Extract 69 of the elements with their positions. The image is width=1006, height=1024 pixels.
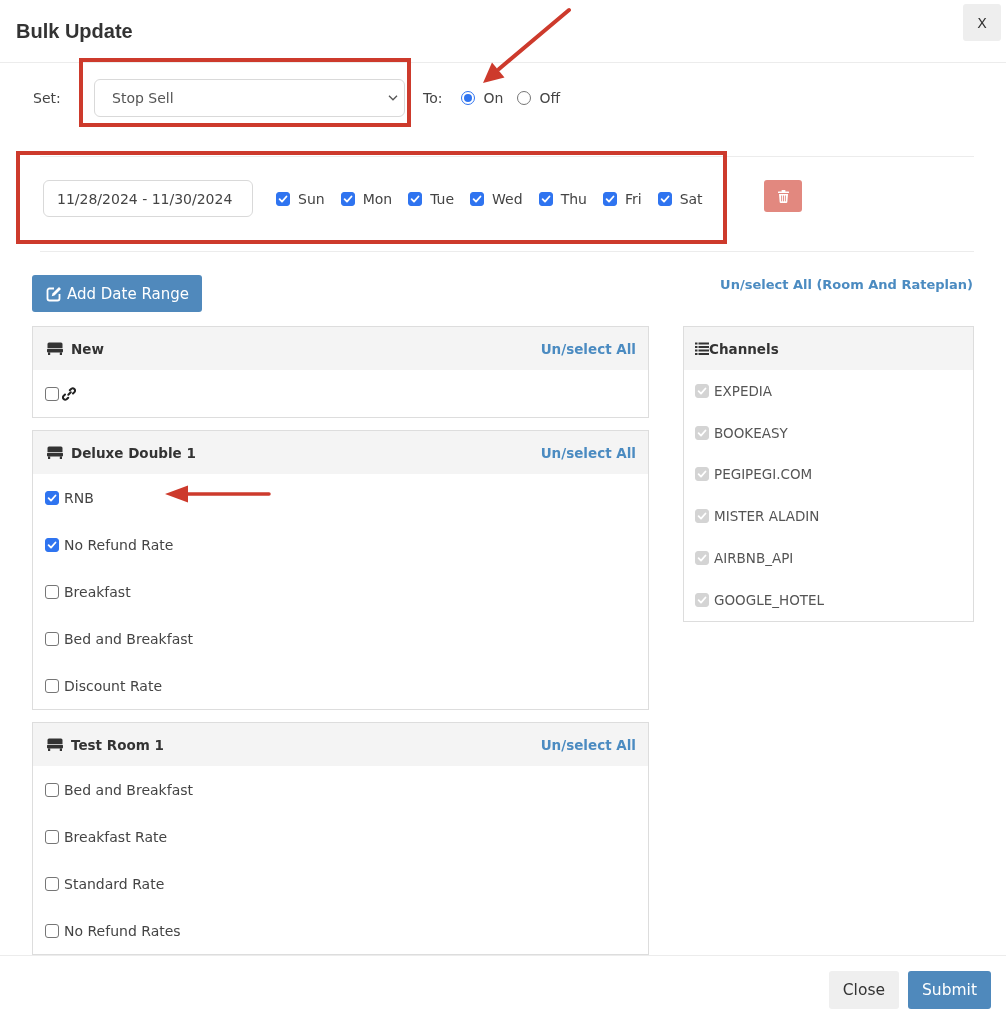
day-label: Sun bbox=[298, 190, 325, 207]
channel-label: MISTER ALADIN bbox=[714, 508, 820, 525]
checkbox[interactable] bbox=[45, 782, 59, 797]
checkbox[interactable] bbox=[45, 537, 59, 552]
checkbox[interactable] bbox=[45, 631, 59, 646]
close-button[interactable]: X bbox=[963, 4, 1001, 41]
list-icon bbox=[695, 342, 709, 355]
channel-label: AIRBNB_API bbox=[714, 550, 794, 567]
checkbox[interactable] bbox=[538, 191, 553, 206]
checkbox[interactable] bbox=[276, 191, 290, 206]
bed-icon bbox=[47, 738, 63, 751]
bed-icon bbox=[47, 342, 63, 355]
rate-label: Breakfast Rate bbox=[64, 828, 168, 845]
rate-label: Standard Rate bbox=[64, 875, 165, 892]
add-date-range-button[interactable]: Add Date Range bbox=[32, 275, 202, 312]
radio-button[interactable] bbox=[461, 91, 476, 105]
channel-label: BOOKEASY bbox=[714, 424, 788, 441]
select-all-link[interactable]: Un/select All (Room And Rateplan) bbox=[720, 277, 973, 292]
trash-icon bbox=[777, 189, 789, 203]
channel-label: PEGIPEGI.COM bbox=[714, 466, 813, 483]
to-label: To: bbox=[423, 90, 443, 106]
dialog-title: Bulk Update bbox=[16, 20, 133, 43]
unselect-all-link[interactable]: Un/select All bbox=[540, 444, 636, 461]
rate-label: RNB bbox=[64, 489, 94, 506]
rate-label: Bed and Breakfast bbox=[64, 781, 193, 798]
room-name: Test Room 1 bbox=[71, 736, 164, 753]
rate-label: Discount Rate bbox=[64, 677, 162, 694]
submit-button[interactable]: Submit bbox=[908, 971, 991, 1009]
checkbox[interactable] bbox=[45, 678, 59, 693]
checkbox[interactable] bbox=[45, 584, 59, 599]
checkbox[interactable] bbox=[45, 386, 59, 401]
type-select-field[interactable]: Stop Sell bbox=[94, 79, 405, 117]
checkbox[interactable] bbox=[45, 876, 59, 891]
day-label: Tue bbox=[430, 190, 455, 207]
date-range-field[interactable]: 11/28/2024 - 11/30/2024 bbox=[43, 180, 253, 217]
channel-label: EXPEDIA bbox=[714, 382, 773, 399]
rate-label: No Refund Rates bbox=[64, 922, 181, 939]
checkbox[interactable] bbox=[45, 829, 59, 844]
checkbox[interactable] bbox=[340, 191, 355, 206]
room-name: Deluxe Double 1 bbox=[71, 444, 196, 461]
radio-label: On bbox=[483, 90, 504, 106]
radio-label: Off bbox=[539, 90, 561, 106]
chevron-icon bbox=[388, 95, 398, 101]
panel-title: Channels bbox=[709, 340, 779, 357]
checkbox[interactable] bbox=[657, 191, 672, 206]
day-label: Wed bbox=[492, 190, 523, 207]
checkbox[interactable] bbox=[45, 923, 59, 938]
radio-button[interactable] bbox=[517, 91, 532, 105]
day-label: Mon bbox=[362, 190, 393, 207]
bed-icon bbox=[47, 446, 63, 459]
unselect-all-link[interactable]: Un/select All bbox=[540, 736, 636, 753]
checkbox[interactable] bbox=[602, 191, 617, 206]
rate-label: Breakfast bbox=[64, 583, 131, 600]
edit-icon bbox=[46, 285, 62, 302]
checkbox[interactable] bbox=[45, 490, 59, 505]
rate-label: Bed and Breakfast bbox=[64, 630, 193, 647]
unselect-all-link[interactable]: Un/select All bbox=[540, 340, 636, 357]
channel-label: GOOGLE_HOTEL bbox=[714, 591, 825, 608]
day-label: Thu bbox=[560, 190, 587, 207]
close-button[interactable]: Close bbox=[828, 971, 899, 1009]
checkbox[interactable] bbox=[408, 191, 423, 206]
day-label: Fri bbox=[624, 190, 642, 207]
rate-label: No Refund Rate bbox=[64, 536, 174, 553]
day-label: Sat bbox=[679, 190, 703, 207]
checkbox[interactable] bbox=[470, 191, 485, 206]
link-icon bbox=[62, 386, 76, 401]
set-label: Set: bbox=[33, 90, 62, 106]
room-name: New bbox=[71, 340, 104, 357]
delete-button[interactable] bbox=[764, 180, 802, 212]
